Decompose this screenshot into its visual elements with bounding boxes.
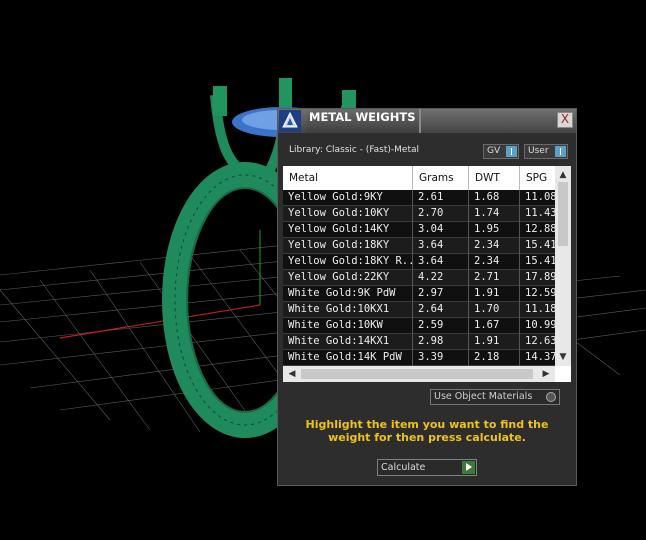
grams-cell: 2.59 (413, 318, 469, 334)
column-header-metal[interactable]: Metal (283, 166, 413, 190)
table-row[interactable]: White Gold:10KW 2.59 1.67 10.99 (283, 318, 555, 334)
table-row[interactable]: White Gold:10KX1 2.64 1.70 11.18 (283, 302, 555, 318)
play-arrow-icon (462, 461, 475, 474)
grams-cell: 2.70 (413, 206, 469, 222)
dwt-cell: 1.74 (469, 206, 520, 222)
instruction-text: Highlight the item you want to find the … (305, 418, 549, 444)
metal-cell: Yellow Gold:14KY (283, 222, 413, 238)
grams-cell: 3.04 (413, 222, 469, 238)
spg-cell: 12.88 (525, 223, 555, 235)
dwt-cell: 1.95 (469, 222, 520, 238)
spg-cell: 15.41 (525, 255, 555, 267)
dwt-cell: 2.18 (469, 350, 520, 366)
metal-cell: Yellow Gold:10KY (283, 206, 413, 222)
dwt-cell: 2.34 (469, 238, 520, 254)
spg-cell: 11.18 (525, 303, 555, 315)
arrow-down-icon[interactable]: ▼ (555, 350, 571, 364)
panel-title: METAL WEIGHTS (307, 109, 421, 133)
column-header-spg[interactable]: SPG (520, 166, 555, 190)
spg-cell: 10.99 (525, 319, 555, 331)
arrow-up-icon[interactable]: ▲ (555, 168, 571, 182)
user-toggle-label: User (528, 146, 549, 156)
spg-cell: 17.89 (525, 271, 555, 283)
table-row[interactable]: Yellow Gold:9KY 2.61 1.68 11.08 (283, 190, 555, 206)
table-header: Metal Grams DWT SPG (283, 166, 555, 190)
gv-toggle[interactable]: GV (483, 144, 519, 159)
user-toggle[interactable]: User (524, 144, 568, 159)
dwt-cell: 2.34 (469, 254, 520, 270)
table-body: Yellow Gold:9KY 2.61 1.68 11.08 Yellow G… (283, 190, 555, 366)
spg-cell: 12.59 (525, 287, 555, 299)
grams-cell: 2.97 (413, 286, 469, 302)
metal-weights-panel: METAL WEIGHTS X Library: Classic - (Fast… (277, 108, 577, 486)
use-object-materials-option[interactable]: Use Object Materials (430, 389, 560, 405)
gv-toggle-label: GV (487, 146, 501, 156)
dwt-cell: 1.91 (469, 286, 520, 302)
metal-cell: Yellow Gold:18KY R... (283, 254, 413, 270)
spg-cell: 15.41 (525, 239, 555, 251)
grams-cell: 2.64 (413, 302, 469, 318)
metal-cell: Yellow Gold:18KY (283, 238, 413, 254)
grams-cell: 3.39 (413, 350, 469, 366)
calculate-label: Calculate (381, 462, 426, 473)
library-label: Library: Classic - (Fast)-Metal (289, 145, 420, 155)
vertical-scroll-thumb[interactable] (558, 182, 568, 246)
table-row[interactable]: Yellow Gold:22KY 4.22 2.71 17.89 (283, 270, 555, 286)
panel-titlebar[interactable]: METAL WEIGHTS X (278, 109, 576, 133)
dwt-cell: 1.67 (469, 318, 520, 334)
close-icon: X (560, 112, 570, 126)
grams-cell: 2.61 (413, 190, 469, 206)
table-row[interactable]: Yellow Gold:14KY 3.04 1.95 12.88 (283, 222, 555, 238)
spg-cell: 12.63 (525, 335, 555, 347)
grams-cell: 2.98 (413, 334, 469, 350)
spg-cell: 14.37 (525, 351, 555, 363)
table-row[interactable]: Yellow Gold:18KY 3.64 2.34 15.41 (283, 238, 555, 254)
metal-cell: White Gold:10KX1 (283, 302, 413, 318)
radio-icon[interactable] (546, 392, 556, 402)
table-row[interactable]: Yellow Gold:18KY R... 3.64 2.34 15.41 (283, 254, 555, 270)
metal-cell: White Gold:14K PdW (283, 350, 413, 366)
table-row[interactable]: Yellow Gold:10KY 2.70 1.74 11.43 (283, 206, 555, 222)
dwt-cell: 1.68 (469, 190, 520, 206)
dwt-cell: 1.91 (469, 334, 520, 350)
toggle-icon (506, 146, 517, 157)
column-header-dwt[interactable]: DWT (469, 166, 520, 190)
column-header-grams[interactable]: Grams (413, 166, 469, 190)
arrow-right-icon[interactable]: ▶ (539, 366, 553, 382)
metal-cell: Yellow Gold:9KY (283, 190, 413, 206)
metal-table: Metal Grams DWT SPG Yellow Gold:9KY 2.61… (283, 166, 571, 382)
app-logo-icon (279, 110, 301, 132)
vertical-scrollbar[interactable]: ▲ ▼ (555, 166, 571, 366)
grams-cell: 3.64 (413, 254, 469, 270)
horizontal-scrollbar[interactable]: ◀ ▶ (283, 366, 555, 382)
metal-cell: Yellow Gold:22KY (283, 270, 413, 286)
use-object-materials-label: Use Object Materials (434, 391, 533, 402)
horizontal-scroll-thumb[interactable] (301, 369, 533, 379)
dwt-cell: 1.70 (469, 302, 520, 318)
table-row[interactable]: White Gold:14K PdW 3.39 2.18 14.37 (283, 350, 555, 366)
spg-cell: 11.43 (525, 207, 555, 219)
toggle-icon (555, 146, 566, 157)
metal-cell: White Gold:10KW (283, 318, 413, 334)
grams-cell: 4.22 (413, 270, 469, 286)
close-button[interactable]: X (557, 112, 573, 128)
table-row[interactable]: White Gold:9K PdW 2.97 1.91 12.59 (283, 286, 555, 302)
grams-cell: 3.64 (413, 238, 469, 254)
spg-cell: 11.08 (525, 191, 555, 203)
calculate-button[interactable]: Calculate (377, 459, 477, 476)
arrow-left-icon[interactable]: ◀ (285, 366, 299, 382)
dwt-cell: 2.71 (469, 270, 520, 286)
metal-cell: White Gold:14KX1 (283, 334, 413, 350)
metal-cell: White Gold:9K PdW (283, 286, 413, 302)
table-row[interactable]: White Gold:14KX1 2.98 1.91 12.63 (283, 334, 555, 350)
